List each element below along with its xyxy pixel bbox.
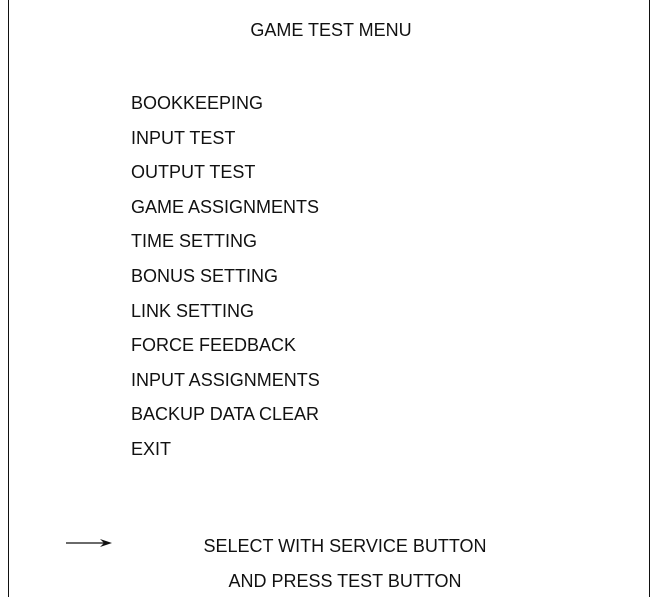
menu-item-backup-data-clear[interactable]: BACKUP DATA CLEAR xyxy=(131,403,320,425)
test-menu-list: BOOKKEEPING INPUT TEST OUTPUT TEST GAME … xyxy=(131,92,320,473)
screen-frame xyxy=(8,0,650,597)
menu-item-exit[interactable]: EXIT xyxy=(131,438,320,460)
menu-item-output-test[interactable]: OUTPUT TEST xyxy=(131,161,320,183)
instruction-select-text: SELECT WITH SERVICE BUTTON xyxy=(203,536,487,556)
page-title: GAME TEST MENU xyxy=(250,20,412,40)
menu-item-time-setting[interactable]: TIME SETTING xyxy=(131,230,320,252)
menu-item-input-test[interactable]: INPUT TEST xyxy=(131,127,320,149)
test-menu-screen: GAME TEST MENU BOOKKEEPING INPUT TEST OU… xyxy=(0,0,662,597)
menu-item-force-feedback[interactable]: FORCE FEEDBACK xyxy=(131,334,320,356)
instruction-press-text: AND PRESS TEST BUTTON xyxy=(228,571,462,591)
menu-item-bonus-setting[interactable]: BONUS SETTING xyxy=(131,265,320,287)
menu-item-bookkeeping[interactable]: BOOKKEEPING xyxy=(131,92,320,114)
menu-item-input-assignments[interactable]: INPUT ASSIGNMENTS xyxy=(131,369,320,391)
right-arrow-icon xyxy=(66,539,112,547)
menu-item-link-setting[interactable]: LINK SETTING xyxy=(131,300,320,322)
menu-item-game-assignments[interactable]: GAME ASSIGNMENTS xyxy=(131,196,320,218)
